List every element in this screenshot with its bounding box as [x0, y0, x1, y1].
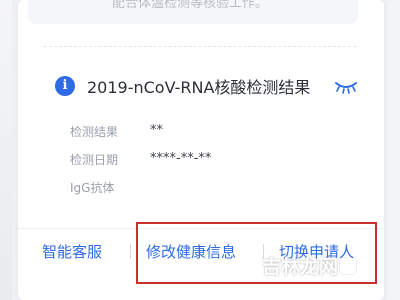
- page-background-left: [0, 0, 12, 300]
- test-result-label: 检测结果: [70, 125, 119, 139]
- result-title: 2019-nCoV-RNA核酸检测结果: [87, 78, 311, 97]
- footer-separator: [130, 244, 131, 259]
- watermark: 吉林龙网: [262, 252, 357, 279]
- notice-box: 配合体温检测等核验工作。: [28, 0, 358, 24]
- test-date-value: ****-**-**: [150, 151, 212, 166]
- test-result-value: **: [150, 123, 163, 138]
- smart-service-link[interactable]: 智能客服: [42, 241, 102, 262]
- test-date-label: 检测日期: [70, 153, 119, 167]
- section-divider: [44, 46, 356, 47]
- info-icon[interactable]: i: [55, 76, 75, 96]
- page-background-right: [388, 0, 400, 300]
- eye-closed-icon[interactable]: [334, 80, 358, 94]
- watermark-text: 吉林龙网: [262, 256, 339, 278]
- igg-antibody-label: IgG抗体: [70, 181, 115, 195]
- watermark-logo-icon: [340, 257, 357, 274]
- result-header: i 2019-nCoV-RNA核酸检测结果: [55, 74, 310, 98]
- notice-text: 配合体温检测等核验工作。: [112, 0, 269, 11]
